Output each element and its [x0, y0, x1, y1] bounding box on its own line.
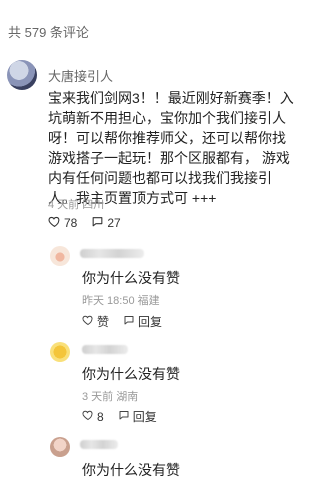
- like-button[interactable]: 78: [48, 215, 77, 231]
- like-count: 8: [97, 409, 104, 424]
- heart-icon: [82, 409, 97, 424]
- comment-meta: 4 天前 四川: [48, 199, 105, 211]
- reply-meta: 3 天前 湖南: [82, 391, 139, 403]
- reply-label: 回复: [132, 410, 157, 424]
- reply-meta: 昨天 18:50 福建: [82, 295, 160, 307]
- reply-content[interactable]: 你为什么没有赞: [82, 268, 180, 288]
- avatar[interactable]: [50, 437, 70, 457]
- comment-bubble-icon: [118, 409, 133, 424]
- reply-content[interactable]: 你为什么没有赞: [82, 364, 180, 384]
- reply-username-blurred: [82, 345, 128, 354]
- comment-content[interactable]: 宝来我们剑网3！！最近刚好新赛季！入坑萌新不用担心，宝你加个我们接引人呀！可以帮…: [48, 88, 294, 208]
- reply-button[interactable]: 回复: [123, 313, 162, 330]
- reply-label: 回复: [138, 315, 163, 329]
- like-button[interactable]: 8: [82, 409, 104, 424]
- reply-username-blurred: [80, 440, 118, 449]
- comment-bubble-icon: [91, 215, 107, 231]
- avatar[interactable]: [50, 246, 70, 266]
- like-button[interactable]: 赞: [82, 313, 109, 330]
- reply-button[interactable]: 27: [91, 215, 121, 231]
- reply-count: 27: [107, 216, 121, 230]
- heart-icon: [48, 215, 64, 231]
- reply-username-blurred: [80, 249, 144, 258]
- heart-icon: [82, 314, 97, 329]
- comment-actions: 78 27: [48, 215, 135, 231]
- reply-actions: 赞 回复: [82, 313, 176, 330]
- comment-count: 共 579 条评论: [8, 25, 89, 40]
- comment-bubble-icon: [123, 314, 138, 329]
- reply-actions: 8 回复: [82, 408, 171, 425]
- reply-button[interactable]: 回复: [118, 408, 157, 425]
- avatar[interactable]: [7, 60, 37, 90]
- like-label: 赞: [97, 315, 110, 329]
- like-count: 78: [64, 216, 78, 230]
- reply-content[interactable]: 你为什么没有赞: [82, 460, 180, 480]
- avatar[interactable]: [50, 342, 70, 362]
- comment-username[interactable]: 大唐接引人: [48, 66, 113, 85]
